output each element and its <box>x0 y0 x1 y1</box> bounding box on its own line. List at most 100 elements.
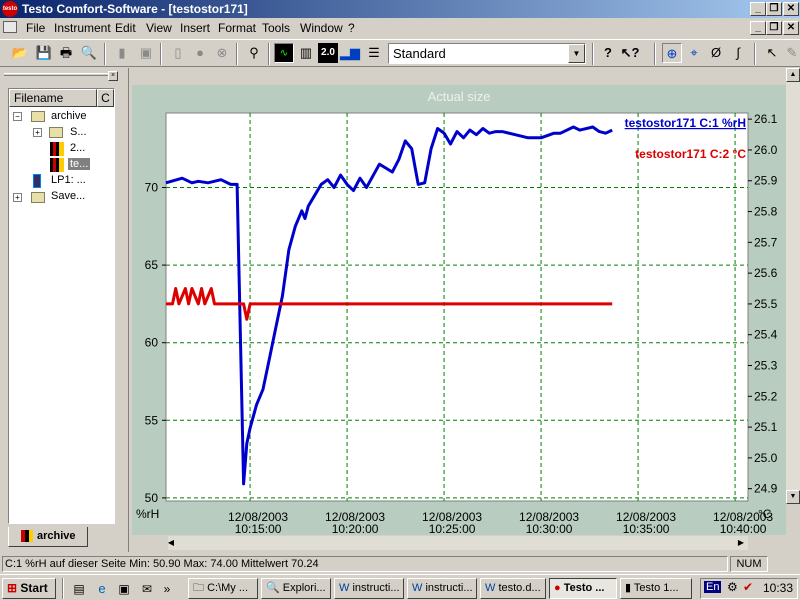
menu-edit[interactable]: Edit <box>115 21 136 35</box>
zero-icon[interactable]: Ø <box>706 43 726 63</box>
scroll-right-icon[interactable]: ▶ <box>734 536 748 550</box>
print-icon[interactable]: 🖶 <box>56 43 76 63</box>
view-style-combo[interactable]: Standard ▼ <box>388 43 586 64</box>
instrument-icon[interactable]: ▮ <box>112 43 132 63</box>
menu-insert[interactable]: Insert <box>180 21 210 35</box>
instrument2-icon[interactable]: ▣ <box>136 43 156 63</box>
chart-view-icon[interactable]: ∿ <box>274 43 294 63</box>
list-view-icon[interactable]: ☰ <box>364 43 384 63</box>
binoculars-icon[interactable]: ⚲ <box>244 43 264 63</box>
table-view-icon[interactable]: ▥ <box>296 43 316 63</box>
logger-file-icon <box>50 158 64 172</box>
tree-item-archive[interactable]: archive <box>51 110 86 122</box>
bar-view-icon[interactable]: ▂▆ <box>340 43 360 63</box>
tree-item-2[interactable]: 2... <box>70 142 85 154</box>
save-icon[interactable]: 💾 <box>34 43 54 63</box>
menu-tools[interactable]: Tools <box>262 21 290 35</box>
pointer-icon[interactable]: ↖ <box>762 43 782 63</box>
task-testo-active[interactable]: ● Testo ... <box>549 578 617 599</box>
stop-icon[interactable]: ⊗ <box>212 43 232 63</box>
digital-view-icon[interactable]: 2.0 <box>318 43 338 63</box>
chart-header: Actual size <box>132 85 786 109</box>
windows-logo-icon: ⊞ <box>7 581 18 595</box>
task-label: Testo ... <box>563 582 605 594</box>
quicklaunch-desktop-icon[interactable]: ▤ <box>70 579 88 597</box>
child-minimize-button[interactable]: _ <box>750 21 766 35</box>
curve-icon[interactable]: ∫ <box>728 43 748 63</box>
column-header-c[interactable]: C <box>97 89 114 107</box>
chart[interactable]: 70 65 60 55 50 26.1 26.0 25.9 25.8 25.7 25.6 25.5 2… <box>132 109 786 535</box>
x-tick-time: 10:15:00 <box>235 522 282 535</box>
quicklaunch-more-icon[interactable]: » <box>160 579 174 597</box>
x-tick-time: 10:40:00 <box>720 522 767 535</box>
task-testo-2[interactable]: ▮ Testo 1... <box>620 578 692 599</box>
right-tick-label: 25.2 <box>754 389 778 403</box>
minimize-button[interactable]: _ <box>750 2 766 16</box>
tree-item-save[interactable]: Save... <box>51 190 85 202</box>
explorer-icon: 🔍 <box>266 582 283 594</box>
task-explorer[interactable]: 🔍 Explori... <box>261 578 331 599</box>
menu-window[interactable]: Window <box>300 21 343 35</box>
tray-alert-icon[interactable]: ✔ <box>743 580 753 594</box>
testo-logo-icon: testo <box>2 1 18 17</box>
record-icon[interactable]: ● <box>190 43 210 63</box>
close-button[interactable]: ✕ <box>783 2 799 16</box>
clock[interactable]: 10:33 <box>763 581 793 595</box>
tree-item-s[interactable]: S... <box>70 126 87 138</box>
testo-logo-icon: ● <box>554 582 564 594</box>
language-indicator[interactable]: En <box>704 581 722 593</box>
tree-item-te-selected[interactable]: te... <box>68 158 91 170</box>
expand-icon[interactable]: + <box>33 128 42 137</box>
task-word-3[interactable]: W testo.d... <box>480 578 546 599</box>
task-my-computer[interactable]: 🗀 C:\My ... <box>188 578 258 599</box>
right-tick-label: 25.8 <box>754 205 778 219</box>
chevron-down-icon[interactable]: ▼ <box>568 44 585 63</box>
child-close-button[interactable]: ✕ <box>783 21 799 35</box>
crosshair-icon[interactable]: ⌖ <box>684 43 704 63</box>
document-icon[interactable] <box>3 21 17 33</box>
zoom-icon[interactable]: ⊕ <box>662 43 682 63</box>
word-icon: W <box>412 582 426 594</box>
print-preview-icon[interactable]: 🔍 <box>79 43 99 63</box>
scroll-left-icon[interactable]: ◀ <box>164 536 178 550</box>
task-word-2[interactable]: W instructi... <box>407 578 477 599</box>
open-icon[interactable]: 📂 <box>10 43 30 63</box>
menu-instrument[interactable]: Instrument <box>54 21 111 35</box>
help-icon[interactable]: ? <box>598 43 618 63</box>
eraser-icon[interactable]: ✎ <box>782 43 800 63</box>
tab-archive-label: archive <box>37 530 76 542</box>
restore-button[interactable]: ❐ <box>766 2 782 16</box>
scroll-up-icon[interactable]: ▲ <box>786 68 800 82</box>
quicklaunch-ie-icon[interactable]: e <box>93 579 111 597</box>
context-help-icon[interactable]: ↖? <box>620 43 640 63</box>
column-header-filename[interactable]: Filename <box>9 89 97 107</box>
toolbar-separator <box>236 43 238 65</box>
right-tick-label: 26.1 <box>754 112 778 126</box>
left-axis-label: %rH <box>136 507 159 521</box>
start-button[interactable]: ⊞ Start <box>2 578 56 599</box>
tray-app-icon[interactable]: ⚙ <box>727 580 738 594</box>
quicklaunch-outlook-icon[interactable]: ✉ <box>138 579 156 597</box>
expand-icon[interactable]: + <box>13 193 22 202</box>
child-restore-button[interactable]: ❐ <box>766 21 782 35</box>
logger-icon[interactable]: ▯ <box>168 43 188 63</box>
scroll-down-icon[interactable]: ▼ <box>786 490 800 504</box>
panel-close-button[interactable]: × <box>108 71 118 81</box>
tree-item-lp1[interactable]: LP1: ... <box>51 174 86 186</box>
quicklaunch-media-icon[interactable]: ▣ <box>115 579 133 597</box>
menu-view[interactable]: View <box>146 21 172 35</box>
menu-file[interactable]: File <box>26 21 45 35</box>
collapse-icon[interactable]: − <box>13 112 22 121</box>
tab-archive[interactable]: archive <box>8 527 88 547</box>
taskbar: ⊞ Start ▤ e ▣ ✉ » 🗀 C:\My ... 🔍 Explori.… <box>0 574 800 600</box>
horizontal-scrollbar[interactable]: ◀ ▶ <box>168 536 748 550</box>
task-word-1[interactable]: W instructi... <box>334 578 404 599</box>
panel-grip[interactable] <box>4 73 112 76</box>
menu-help[interactable]: ? <box>348 21 355 35</box>
menu-format[interactable]: Format <box>218 21 256 35</box>
tree-header: Filename C <box>9 89 114 107</box>
vertical-scrollbar[interactable]: ▲ ▼ <box>786 68 800 504</box>
left-tick-label: 65 <box>145 258 159 272</box>
task-label: Explori... <box>282 582 326 594</box>
folder-icon: 🗀 <box>193 582 208 594</box>
